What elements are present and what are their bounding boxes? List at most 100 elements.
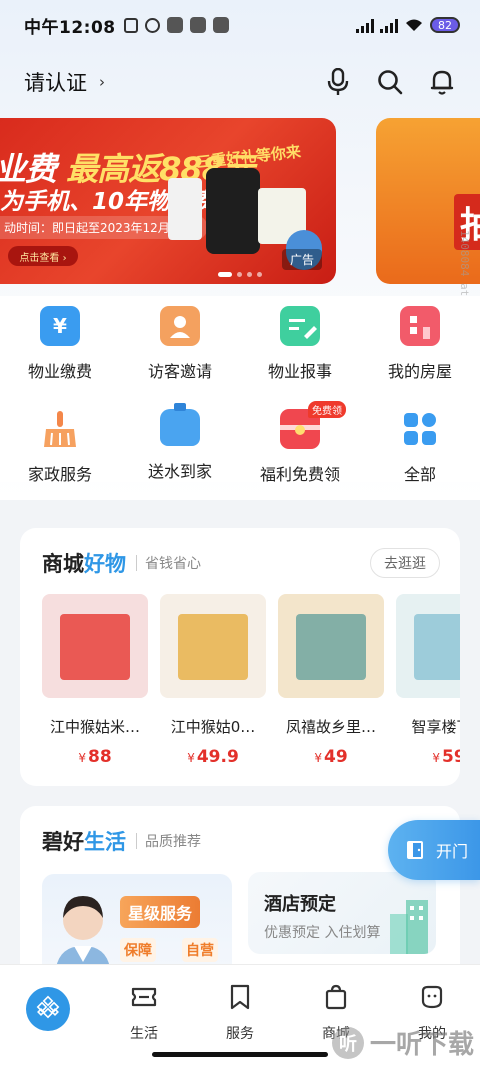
product-card[interactable]: 智享楼下… ¥59 [396,594,460,774]
product-image [278,594,384,698]
report-icon [280,306,320,346]
guarantee-badge: 保障 [120,938,156,962]
life-title: 碧好生活 [42,830,126,854]
product-card[interactable]: 江中猴姑米… ¥88 [42,594,148,774]
chevron-right-icon: › [99,73,105,91]
service-item[interactable]: 全部 [360,399,480,484]
product-price: ¥88 [78,747,112,767]
pagination-dot [247,272,252,277]
app-notification-icon [189,17,206,33]
product-price: ¥59 [432,747,460,767]
open-door-label: 开门 [436,842,469,861]
shop-more-button[interactable]: 去逛逛 [370,548,440,578]
shop-title: 商城好物 [42,552,126,576]
service-label: 物业缴费 [27,362,92,381]
status-bar: 中午12:08 82 [0,0,480,50]
auth-label: 请认证 [24,71,87,95]
service-label: 访客邀请 [147,362,212,381]
battery-indicator: 82 [430,17,460,33]
product-card[interactable]: 凤禧故乡里… ¥49 [278,594,384,774]
building-icon [390,900,428,954]
product-image [42,594,148,698]
header: 请认证 › [0,58,480,106]
visitor-icon [160,306,200,346]
product-price: ¥49.9 [187,747,239,767]
shop-subtitle: 省钱省心 [145,556,201,572]
product-name: 江中猴姑0… [170,718,256,736]
pagination-dot [218,272,232,277]
product-name: 江中猴姑米… [49,718,140,736]
service-label: 我的房屋 [387,362,452,381]
corner-logo-text: 一听下载 [369,1030,474,1060]
service-item[interactable]: 物业报事 [240,296,360,399]
promo-banner[interactable]: 业费 最高返888元 为手机、10年物业费 动时间：即日起至2023年12月31… [0,118,336,284]
corner-logo-circle: 听 [331,1026,364,1059]
payment-icon: ¥ [40,306,80,346]
service-label: 福利免费领 [259,465,340,484]
product-price: ¥49 [314,747,348,767]
house-icon [400,306,440,346]
status-icons [123,17,229,33]
alarm-icon [144,17,160,33]
pagination-dot [257,272,262,277]
pagination-dot [237,272,242,277]
star-service-badge: 星级服务 [120,896,201,928]
shop-card-header: 商城好物 省钱省心 去逛逛 [20,528,460,580]
service-item[interactable]: 家政服务 [0,399,120,484]
tab-life-label: 生活 [130,1026,158,1042]
water-icon [160,403,200,446]
product-name: 智享楼下… [411,718,460,736]
service-item[interactable]: 访客邀请 [120,296,240,399]
product-image [396,594,460,698]
service-label: 物业报事 [267,362,332,381]
banner-pagination [218,272,262,277]
service-grid: ¥ 物业缴费 访客邀请 物业报事 我的房屋家政服务 送水到家 免费领 福利免费领 全部 [0,296,480,484]
all-icon [400,409,440,449]
status-right: 82 [356,17,460,33]
self-run-badge: 自营 [182,938,218,962]
ad-tag: 广告 [281,249,322,270]
service-item[interactable]: 送水到家 [120,399,240,482]
profile-icon [418,983,446,1011]
tab-home[interactable] [0,973,96,1066]
app-notification-icon [166,17,183,33]
product-image [160,594,266,698]
divider [136,833,137,849]
broom-icon [40,409,80,449]
corner-watermark-logo: 听 一听下载 [331,1024,474,1061]
product-list: 江中猴姑米… ¥88 江中猴姑0… ¥49.9 凤禧故乡里… ¥49 智享楼下… ¥59 [42,594,460,774]
product-card[interactable]: 江中猴姑0… ¥49.9 [160,594,266,774]
banner-product-image [168,178,202,240]
product-name: 凤禧故乡里… [285,718,376,736]
tab-service-label: 服务 [226,1026,254,1042]
app-notification-icon [212,17,229,33]
bookmark-icon [226,983,254,1011]
status-time: 中午12:08 [24,17,116,38]
bell-icon[interactable] [428,68,456,96]
auth-link[interactable]: 请认证 › [24,67,105,97]
home-indicator[interactable] [152,1052,328,1057]
life-icon [130,983,158,1011]
banner-view-button[interactable]: 点击查看 › [8,246,78,266]
header-icons [324,68,456,96]
life-subtitle: 品质推荐 [145,834,201,850]
wifi-icon [406,19,422,31]
service-item[interactable]: 我的房屋 [360,296,480,399]
signal-icon [380,18,398,33]
shop-card: 商城好物 省钱省心 去逛逛 江中猴姑米… ¥88 江中猴姑0… ¥49.9 凤禧故乡里…… [20,528,460,786]
signal-icon [356,18,374,33]
home-logo-icon [26,987,70,1031]
mute-icon [123,17,138,33]
shopping-bag-icon [322,983,350,1011]
divider [136,555,137,571]
banner-phone-image [206,168,260,254]
search-icon[interactable] [376,68,404,96]
open-door-button[interactable]: 开门 [388,820,480,880]
service-label: 送水到家 [147,462,212,481]
microphone-icon[interactable] [324,68,352,96]
service-label: 家政服务 [27,465,92,484]
hotel-booking-card[interactable]: 酒店预定 优惠预定 入住划算 [248,872,436,954]
service-item[interactable]: ¥ 物业缴费 [0,296,120,399]
door-icon [407,841,423,859]
service-item[interactable]: 免费领 福利免费领 [240,399,360,484]
